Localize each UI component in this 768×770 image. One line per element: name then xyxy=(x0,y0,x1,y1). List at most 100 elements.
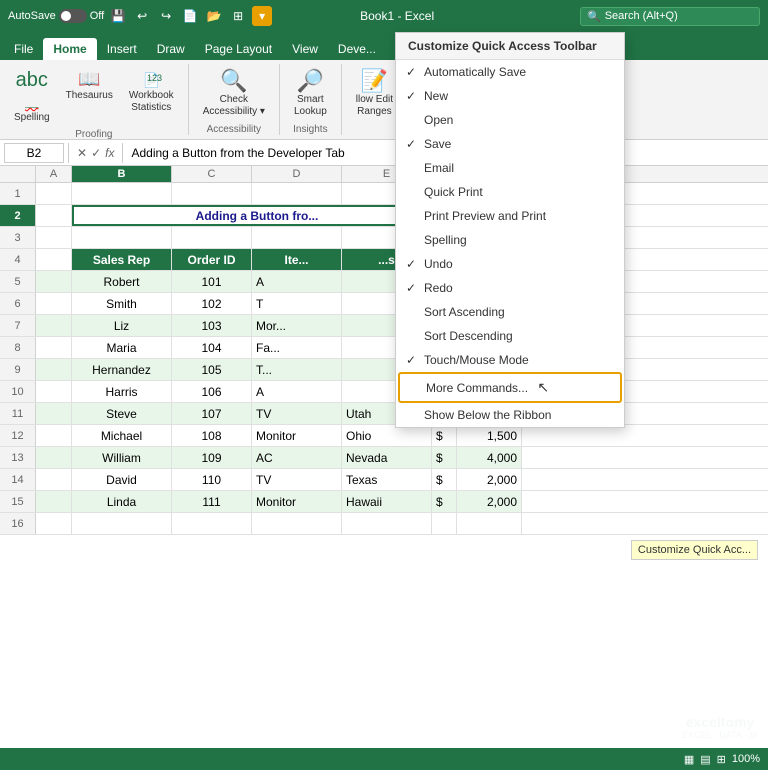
cell-d6[interactable]: T xyxy=(252,293,342,314)
cell-e13[interactable]: Nevada xyxy=(342,447,432,468)
cell-a7[interactable] xyxy=(36,315,72,336)
cell-g14[interactable]: 2,000 xyxy=(457,469,522,490)
customize-qat-dropdown-icon[interactable]: ▾ xyxy=(252,6,272,26)
cell-c13[interactable]: 109 xyxy=(172,447,252,468)
cell-b14[interactable]: David xyxy=(72,469,172,490)
view-page-layout-icon[interactable]: ▤ xyxy=(700,753,710,766)
cell-b5[interactable]: Robert xyxy=(72,271,172,292)
cell-b1[interactable] xyxy=(72,183,172,204)
cell-a2[interactable] xyxy=(36,205,72,226)
cell-b15[interactable]: Linda xyxy=(72,491,172,512)
dropdown-item-showbelow[interactable]: Show Below the Ribbon xyxy=(396,403,624,427)
dropdown-item-save[interactable]: ✓ Save xyxy=(396,132,624,156)
cell-d15[interactable]: Monitor xyxy=(252,491,342,512)
cell-g12[interactable]: 1,500 xyxy=(457,425,522,446)
cell-d9[interactable]: T... xyxy=(252,359,342,380)
cell-a4[interactable] xyxy=(36,249,72,270)
cell-d11[interactable]: TV xyxy=(252,403,342,424)
cell-f15[interactable]: $ xyxy=(432,491,457,512)
col-header-a[interactable]: A xyxy=(36,166,72,182)
cell-b12[interactable]: Michael xyxy=(72,425,172,446)
cell-b2[interactable]: Adding a Button fro... xyxy=(72,205,442,226)
cell-b13[interactable]: William xyxy=(72,447,172,468)
cell-a16[interactable] xyxy=(36,513,72,534)
dropdown-item-touchmouse[interactable]: ✓ Touch/Mouse Mode xyxy=(396,348,624,372)
cell-a12[interactable] xyxy=(36,425,72,446)
allow-edit-ranges-button[interactable]: 📝 llow EditRanges xyxy=(350,66,399,122)
save-qat-icon[interactable]: 💾 xyxy=(108,6,128,26)
open-icon[interactable]: 📂 xyxy=(204,6,224,26)
view-normal-icon[interactable]: ▦ xyxy=(684,753,694,766)
dropdown-item-email[interactable]: Email xyxy=(396,156,624,180)
cell-d13[interactable]: AC xyxy=(252,447,342,468)
autosave-toggle[interactable]: AutoSave Off xyxy=(8,9,104,23)
cell-c4-header[interactable]: Order ID xyxy=(172,249,252,270)
cell-c7[interactable]: 103 xyxy=(172,315,252,336)
cell-reference-box[interactable] xyxy=(4,143,64,163)
cell-d4-header[interactable]: Ite... xyxy=(252,249,342,270)
dropdown-item-new[interactable]: ✓ New xyxy=(396,84,624,108)
tab-draw[interactable]: Draw xyxy=(147,38,195,60)
redo-qat-icon[interactable]: ↪ xyxy=(156,6,176,26)
cell-b7[interactable]: Liz xyxy=(72,315,172,336)
cell-b9[interactable]: Hernandez xyxy=(72,359,172,380)
spelling-button[interactable]: abc___ Spelling xyxy=(8,66,56,127)
cell-b10[interactable]: Harris xyxy=(72,381,172,402)
cell-c5[interactable]: 101 xyxy=(172,271,252,292)
check-accessibility-button[interactable]: 🔍 CheckAccessibility ▾ xyxy=(197,66,271,122)
tab-view[interactable]: View xyxy=(282,38,328,60)
cell-a5[interactable] xyxy=(36,271,72,292)
dropdown-item-morecommands[interactable]: More Commands... ↖ xyxy=(398,372,622,403)
cell-b6[interactable]: Smith xyxy=(72,293,172,314)
grid-icon[interactable]: ⊞ xyxy=(228,6,248,26)
cell-f16[interactable] xyxy=(432,513,457,534)
cell-a8[interactable] xyxy=(36,337,72,358)
tab-pagelayout[interactable]: Page Layout xyxy=(195,38,282,60)
cell-b3[interactable] xyxy=(72,227,172,248)
cell-c3[interactable] xyxy=(172,227,252,248)
dropdown-item-spelling[interactable]: Spelling xyxy=(396,228,624,252)
dropdown-item-open[interactable]: Open xyxy=(396,108,624,132)
cell-d12[interactable]: Monitor xyxy=(252,425,342,446)
cell-c8[interactable]: 104 xyxy=(172,337,252,358)
dropdown-item-undo[interactable]: ✓ Undo xyxy=(396,252,624,276)
dropdown-item-sortdesc[interactable]: Sort Descending xyxy=(396,324,624,348)
cell-e15[interactable]: Hawaii xyxy=(342,491,432,512)
smart-lookup-button[interactable]: 🔎 SmartLookup xyxy=(288,66,333,122)
cell-c9[interactable]: 105 xyxy=(172,359,252,380)
tab-home[interactable]: Home xyxy=(43,38,96,60)
cell-a1[interactable] xyxy=(36,183,72,204)
cell-e12[interactable]: Ohio xyxy=(342,425,432,446)
cell-c16[interactable] xyxy=(172,513,252,534)
cell-d3[interactable] xyxy=(252,227,342,248)
thesaurus-button[interactable]: 📖 Thesaurus xyxy=(60,66,119,105)
dropdown-item-redo[interactable]: ✓ Redo xyxy=(396,276,624,300)
cell-d7[interactable]: Mor... xyxy=(252,315,342,336)
autosave-pill[interactable] xyxy=(59,9,87,23)
dropdown-item-sortasc[interactable]: Sort Ascending xyxy=(396,300,624,324)
cell-f13[interactable]: $ xyxy=(432,447,457,468)
tab-file[interactable]: File xyxy=(4,38,43,60)
dropdown-item-printpreview[interactable]: Print Preview and Print xyxy=(396,204,624,228)
dropdown-item-autosave[interactable]: ✓ Automatically Save xyxy=(396,60,624,84)
col-header-b[interactable]: B xyxy=(72,166,172,182)
cell-d10[interactable]: A xyxy=(252,381,342,402)
cell-e16[interactable] xyxy=(342,513,432,534)
cell-a14[interactable] xyxy=(36,469,72,490)
undo-qat-icon[interactable]: ↩ xyxy=(132,6,152,26)
cell-a15[interactable] xyxy=(36,491,72,512)
cell-a10[interactable] xyxy=(36,381,72,402)
cell-b4-header[interactable]: Sales Rep xyxy=(72,249,172,270)
search-box[interactable]: 🔍 Search (Alt+Q) xyxy=(580,7,760,26)
zoom-level[interactable]: 100% xyxy=(732,753,760,765)
cell-c11[interactable]: 107 xyxy=(172,403,252,424)
cell-d5[interactable]: A xyxy=(252,271,342,292)
cell-g15[interactable]: 2,000 xyxy=(457,491,522,512)
col-header-c[interactable]: C xyxy=(172,166,252,182)
view-page-break-icon[interactable]: ⊞ xyxy=(717,753,726,766)
cell-d1[interactable] xyxy=(252,183,342,204)
cell-d14[interactable]: TV xyxy=(252,469,342,490)
workbook-stats-button[interactable]: 📄123 WorkbookStatistics xyxy=(123,66,180,118)
cell-c12[interactable]: 108 xyxy=(172,425,252,446)
cell-a11[interactable] xyxy=(36,403,72,424)
